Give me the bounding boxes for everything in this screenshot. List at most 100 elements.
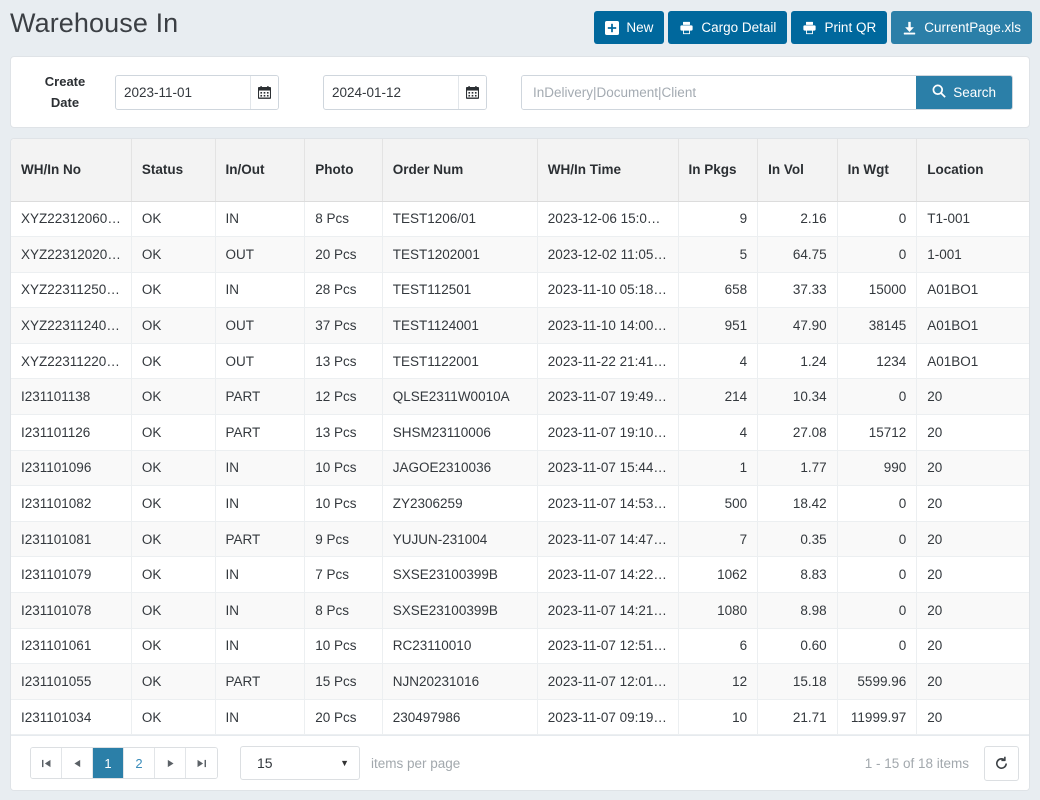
cell-in-pkgs: 658 [678,272,759,309]
cell-photo-link[interactable]: 13 Pcs [304,343,383,380]
cell-photo-link[interactable]: 20 Pcs [304,236,383,273]
col-in-wgt[interactable]: In Wgt [837,139,918,202]
first-page-icon[interactable] [31,748,62,779]
table-row[interactable]: I231101055 OK PART 15 Pcs NJN20231016 2023-11… [11,663,1029,700]
cell-in-pkgs: 951 [678,307,759,344]
cell-status: OK [131,450,216,487]
col-location[interactable]: Location [916,139,1029,202]
col-wh-in-time[interactable]: WH/In Time [537,139,679,202]
cell-in-out: PART [215,414,306,451]
cell-location: A01BO1 [916,272,1029,309]
cell-wh-in-no: XYZ2231202001 [11,236,132,273]
cell-status: OK [131,343,216,380]
table-row[interactable]: I231101078 OK IN 8 Pcs SXSE23100399B 2023-11-… [11,592,1029,629]
table-row[interactable]: XYZ2231202001 OK OUT 20 Pcs TEST1202001 2023-… [11,236,1029,273]
table-row[interactable]: XYZ2231206001 OK IN 8 Pcs TEST1206/01 2023-12… [11,201,1029,238]
cell-photo-link[interactable]: 10 Pcs [304,628,383,665]
table-row[interactable]: XYZ2231122001 OK OUT 13 Pcs TEST1122001 2023-… [11,343,1029,380]
cell-order-num: SHSM23110006 [382,414,538,451]
cell-location: 20 [916,414,1029,451]
next-page-icon[interactable] [155,748,186,779]
cell-order-num: ZY2306259 [382,485,538,522]
refresh-icon[interactable] [984,745,1019,781]
cell-photo-link[interactable]: 10 Pcs [304,450,383,487]
cell-in-vol: 27.08 [757,414,838,451]
cell-in-wgt: 990 [837,450,918,487]
cell-photo-link[interactable]: 10 Pcs [304,485,383,522]
cell-in-wgt: 0 [837,592,918,629]
cell-status: OK [131,592,216,629]
cell-in-out: IN [215,699,306,736]
cell-in-pkgs: 1062 [678,556,759,594]
pagination-controls: 1 2 [30,747,218,780]
cell-photo-link[interactable]: 37 Pcs [304,307,383,344]
table-row[interactable]: I231101126 OK PART 13 Pcs SHSM23110006 2023-1… [11,414,1029,451]
cargo-detail-button[interactable]: Cargo Detail [668,11,788,44]
cell-in-out: IN [215,201,306,238]
date-from-input[interactable] [116,75,250,109]
cell-location: 20 [916,699,1029,736]
table-row[interactable]: I231101079 OK IN 7 Pcs SXSE23100399B 2023-11-… [11,556,1029,594]
table-header-row: WH/In No Status In/Out Photo Order Num W… [11,139,1029,202]
cell-photo-link[interactable]: 20 Pcs [304,699,383,736]
cell-status: OK [131,378,216,416]
table-row[interactable]: I231101034 OK IN 20 Pcs 230497986 2023-11-07 … [11,699,1029,736]
page-button-1[interactable]: 1 [93,748,124,779]
table-row[interactable]: I231101061 OK IN 10 Pcs RC23110010 2023-11-07… [11,628,1029,665]
table-row[interactable]: XYZ2231124001 OK OUT 37 Pcs TEST1124001 2023-… [11,307,1029,344]
cell-wh-in-no: I231101079 [11,556,132,594]
new-button[interactable]: New [594,11,665,44]
table-row[interactable]: I231101096 OK IN 10 Pcs JAGOE2310036 2023-11-… [11,450,1029,487]
cell-in-vol: 0.60 [757,628,838,665]
pager-right: 1 - 15 of 18 items [864,745,1019,781]
table-row[interactable]: I231101081 OK PART 9 Pcs YUJUN-231004 2023-11… [11,521,1029,558]
table-row[interactable]: XYZ2231125001 OK IN 28 Pcs TEST112501 2023-11… [11,272,1029,309]
table-row[interactable]: I231101138 OK PART 12 Pcs QLSE2311W0010A 2023… [11,378,1029,416]
col-order-num[interactable]: Order Num [382,139,538,202]
last-page-icon[interactable] [186,748,217,779]
cell-location: 20 [916,663,1029,700]
cell-wh-in-time: 2023-11-07 14:22:43 [537,556,679,594]
print-qr-button[interactable]: Print QR [791,11,888,44]
cell-in-pkgs: 5 [678,236,759,273]
col-status[interactable]: Status [131,139,216,202]
cell-location: 20 [916,592,1029,629]
page-button-2[interactable]: 2 [124,748,155,779]
cell-photo-link[interactable]: 8 Pcs [304,592,383,629]
cell-photo-link[interactable]: 12 Pcs [304,378,383,416]
download-icon [902,21,917,35]
cell-wh-in-no: XYZ2231125001 [11,272,132,309]
cell-photo-link[interactable]: 8 Pcs [304,201,383,238]
cell-wh-in-time: 2023-11-10 05:18:57 [537,272,679,309]
cell-photo-link[interactable]: 7 Pcs [304,556,383,594]
cell-wh-in-no: I231101061 [11,628,132,665]
cell-in-wgt: 0 [837,556,918,594]
cell-in-out: IN [215,485,306,522]
cell-in-out: IN [215,592,306,629]
search-input[interactable] [522,75,917,109]
col-wh-in-no[interactable]: WH/In No [11,139,132,202]
date-to-group [323,74,487,110]
cell-photo-link[interactable]: 15 Pcs [304,663,383,700]
search-button[interactable]: Search [916,75,1012,109]
cell-photo-link[interactable]: 13 Pcs [304,414,383,451]
cell-order-num: RC23110010 [382,628,538,665]
col-in-pkgs[interactable]: In Pkgs [678,139,759,202]
calendar-icon[interactable] [250,75,278,109]
col-in-vol[interactable]: In Vol [757,139,838,202]
cell-photo-link[interactable]: 9 Pcs [304,521,383,558]
calendar-icon[interactable] [458,75,486,109]
items-per-page-select[interactable]: 15 ▼ [240,746,360,781]
cell-wh-in-no: I231101078 [11,592,132,629]
col-in-out[interactable]: In/Out [215,139,306,202]
export-xls-button[interactable]: CurrentPage.xls [891,11,1032,44]
prev-page-icon[interactable] [62,748,93,779]
printer-icon [802,21,817,35]
cell-photo-link[interactable]: 28 Pcs [304,272,383,309]
date-to-input[interactable] [324,75,458,109]
col-photo[interactable]: Photo [304,139,383,202]
cell-in-out: PART [215,378,306,416]
cell-in-vol: 21.71 [757,699,838,736]
pager-range-text: 1 - 15 of 18 items [864,755,969,771]
table-row[interactable]: I231101082 OK IN 10 Pcs ZY2306259 2023-11-07 … [11,485,1029,522]
